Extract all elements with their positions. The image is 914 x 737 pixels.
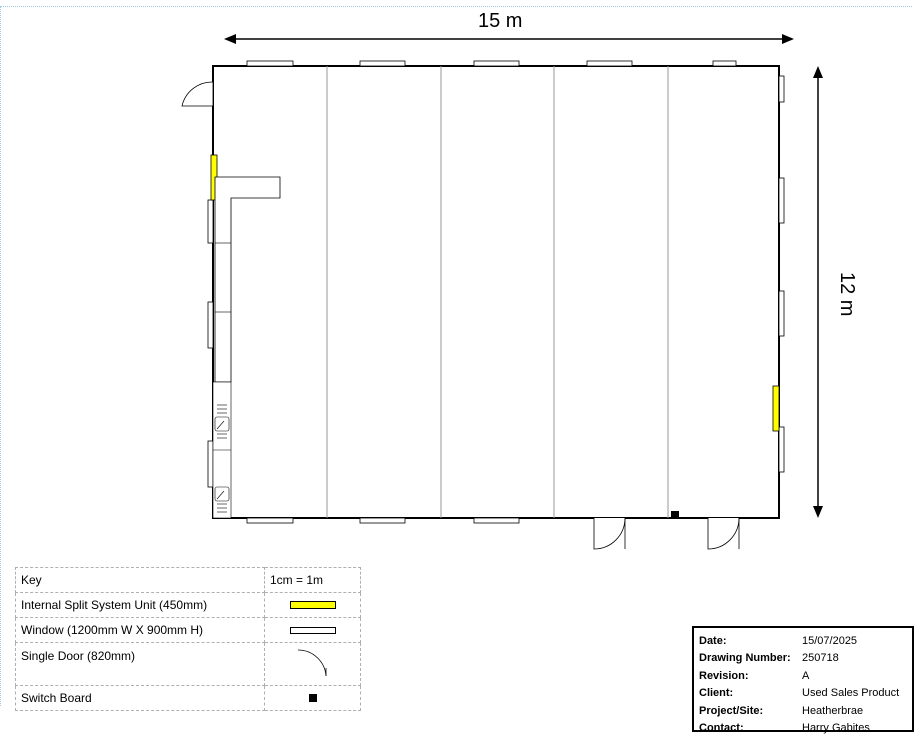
window-icon xyxy=(360,518,405,523)
window-icon xyxy=(290,627,336,634)
title-block-key: Drawing Number: xyxy=(694,652,802,664)
key-row-label: Single Door (820mm) xyxy=(16,643,265,686)
title-block-key: Project/Site: xyxy=(694,705,802,717)
building-outline xyxy=(213,66,779,518)
window-icon xyxy=(474,61,519,66)
window-icon xyxy=(779,291,784,336)
width-dimension-label: 15 m xyxy=(478,10,522,33)
title-block-row: Client: Used Sales Product xyxy=(694,685,912,703)
title-block-value: Harry Gabites xyxy=(802,722,912,734)
window-icon xyxy=(587,61,632,66)
title-block-key: Contact: xyxy=(694,722,802,734)
title-block-value: Used Sales Product xyxy=(802,687,912,699)
title-block-row: Date: 15/07/2025 xyxy=(694,632,912,650)
door-icon xyxy=(594,518,625,549)
door-icon xyxy=(182,82,213,106)
title-block-row: Contact: Harry Gabites xyxy=(694,720,912,737)
key-row-label: Switch Board xyxy=(16,686,265,711)
window-icon xyxy=(779,178,784,223)
window-icon xyxy=(779,427,784,472)
switch-board-icon xyxy=(309,694,317,702)
key-row-label: Window (1200mm W X 900mm H) xyxy=(16,618,265,643)
split-system-icon xyxy=(290,601,336,609)
window-icon xyxy=(247,518,293,523)
title-block: Date: 15/07/2025 Drawing Number: 250718 … xyxy=(692,626,914,732)
key-row: Single Door (820mm) xyxy=(16,643,361,686)
height-dimension-label: 12 m xyxy=(835,272,858,316)
split-system-icon xyxy=(773,386,779,431)
window-icon xyxy=(779,76,784,102)
key-row: Internal Split System Unit (450mm) xyxy=(16,593,361,618)
bottom-windows xyxy=(247,518,519,523)
window-icon xyxy=(474,518,519,523)
title-block-key: Date: xyxy=(694,635,802,647)
window-icon xyxy=(208,200,213,243)
key-row: Switch Board xyxy=(16,686,361,711)
key-row-label: Internal Split System Unit (450mm) xyxy=(16,593,265,618)
title-block-value: Heatherbrae xyxy=(802,705,912,717)
sink-bench xyxy=(213,382,231,518)
title-block-row: Project/Site: Heatherbrae xyxy=(694,702,912,720)
key-header-row: Key 1cm = 1m xyxy=(16,568,361,593)
window-icon xyxy=(208,441,213,487)
width-dimension-arrow xyxy=(224,34,794,44)
height-dimension-arrow xyxy=(813,66,823,518)
title-block-value: 250718 xyxy=(802,652,912,664)
key-title: Key xyxy=(16,568,265,593)
key-scale: 1cm = 1m xyxy=(265,568,361,593)
left-windows xyxy=(208,200,213,487)
window-icon xyxy=(713,61,736,66)
title-block-row: Drawing Number: 250718 xyxy=(694,650,912,668)
door-icon xyxy=(708,518,739,549)
door-icon xyxy=(296,648,330,678)
switch-board-icon xyxy=(671,511,679,519)
window-icon xyxy=(247,61,293,66)
key-table: Key 1cm = 1m Internal Split System Unit … xyxy=(15,567,361,711)
title-block-key: Client: xyxy=(694,687,802,699)
key-row: Window (1200mm W X 900mm H) xyxy=(16,618,361,643)
title-block-value: 15/07/2025 xyxy=(802,635,912,647)
title-block-key: Revision: xyxy=(694,670,802,682)
title-block-row: Revision: A xyxy=(694,667,912,685)
title-block-value: A xyxy=(802,670,912,682)
window-icon xyxy=(208,302,213,348)
window-icon xyxy=(360,61,405,66)
